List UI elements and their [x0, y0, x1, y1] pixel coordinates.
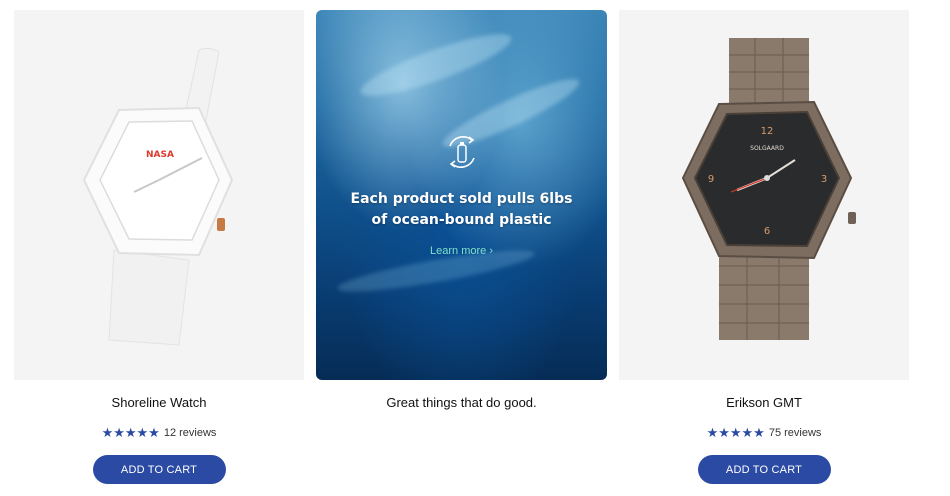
chevron-right-icon: ›	[489, 245, 493, 257]
shoreline-watch-image: NASA	[82, 47, 234, 346]
product-card-shoreline[interactable]: NASA Shoreline Watch ★★★★★ 12 reviews AD…	[14, 10, 304, 484]
promo-headline: Each product sold pulls 6lbs of ocean-bo…	[316, 189, 607, 231]
svg-text:12: 12	[761, 126, 774, 137]
product-card-erikson[interactable]: 12 3 6 9 SOLGAARD Erikson GMT ★★★★★ 75 r…	[619, 10, 909, 484]
product-image-erikson[interactable]: 12 3 6 9 SOLGAARD	[619, 10, 909, 380]
review-count[interactable]: 75 reviews	[769, 427, 822, 439]
product-image-shoreline[interactable]: NASA	[14, 10, 304, 380]
learn-more-label: Learn more	[430, 245, 487, 257]
rating-stars-icon: ★★★★★	[706, 425, 765, 440]
promo-caption: Great things that do good.	[386, 395, 537, 410]
add-to-cart-button[interactable]: ADD TO CART	[92, 455, 226, 484]
erikson-watch-image: 12 3 6 9 SOLGAARD	[681, 38, 856, 340]
recycle-bottle-icon	[448, 136, 475, 168]
product-rating[interactable]: ★★★★★ 75 reviews	[619, 425, 909, 441]
add-to-cart-button[interactable]: ADD TO CART	[697, 455, 831, 484]
svg-text:9: 9	[708, 174, 714, 185]
learn-more-link[interactable]: Learn more ›	[430, 245, 493, 257]
rating-stars-icon: ★★★★★	[101, 425, 160, 440]
solgaard-logo: SOLGAARD	[750, 145, 784, 152]
product-title[interactable]: Shoreline Watch	[14, 395, 304, 410]
promo-headline-line1: Each product sold pulls 6lbs	[350, 191, 573, 207]
nasa-logo: NASA	[146, 150, 174, 160]
promo-headline-line2: of ocean-bound plastic	[371, 212, 552, 228]
promo-card: Each product sold pulls 6lbs of ocean-bo…	[316, 10, 607, 410]
product-title[interactable]: Erikson GMT	[619, 395, 909, 410]
svg-text:3: 3	[821, 174, 827, 185]
svg-text:6: 6	[764, 226, 770, 237]
review-count[interactable]: 12 reviews	[164, 427, 217, 439]
product-rating[interactable]: ★★★★★ 12 reviews	[14, 425, 304, 441]
ocean-wave-image: Each product sold pulls 6lbs of ocean-bo…	[316, 10, 607, 380]
